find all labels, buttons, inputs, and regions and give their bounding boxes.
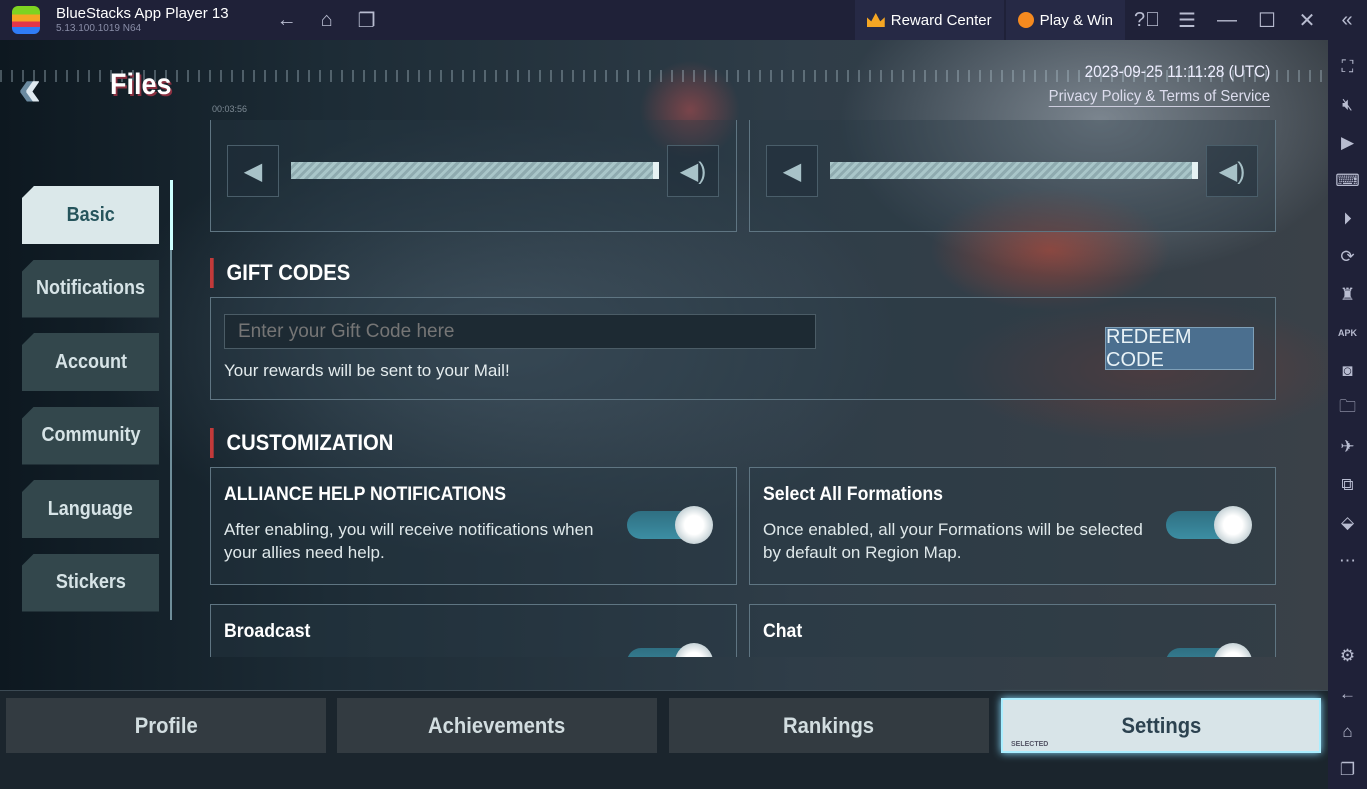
tab-label: Community (41, 424, 140, 446)
card-title: ALLIANCE HELP NOTIFICATIONS (224, 484, 507, 505)
title-bar: BlueStacks App Player 13 5.13.100.1019 N… (0, 0, 1367, 40)
tab-label: Basic (66, 203, 115, 226)
tab-stickers[interactable]: Stickers (22, 553, 159, 612)
android-home-icon[interactable]: ⌂ (1328, 713, 1367, 751)
back-button[interactable]: ‹ (24, 62, 41, 114)
tab-label: Account (54, 350, 127, 373)
tab-rankings[interactable]: Rankings (669, 698, 989, 753)
app-title: BlueStacks App Player 13 5.13.100.1019 N… (56, 6, 229, 34)
gift-codes-panel: Your rewards will be sent to your Mail! … (210, 297, 1276, 400)
settings-category-tabs: Basic Notifications Account Community La… (22, 186, 162, 627)
play-win-icon (1017, 12, 1034, 28)
music-volume-slider[interactable] (291, 162, 659, 179)
maximize-icon[interactable]: ☐ (1247, 8, 1287, 33)
macro-record-icon[interactable]: ⏵ (1328, 200, 1367, 238)
gift-codes-heading: GIFT CODES (210, 258, 350, 288)
chat-toggle[interactable] (1166, 643, 1252, 657)
android-recents-icon[interactable]: ❐ (1328, 751, 1367, 789)
datetime-label: 2023-09-25 11:11:28 (UTC) (1084, 62, 1270, 81)
tab-label: Stickers (55, 571, 126, 593)
tab-profile[interactable]: Profile (6, 698, 326, 753)
help-icon[interactable]: ?⃝ (1127, 9, 1167, 32)
tab-settings[interactable]: Settings SELECTED (1001, 698, 1321, 753)
card-title: Broadcast (224, 621, 311, 642)
tab-language[interactable]: Language (22, 480, 159, 538)
select-formations-card: Select All Formations Once enabled, all … (749, 467, 1276, 585)
folder-icon[interactable]: 🗀 (1328, 390, 1367, 428)
page-title: Files (110, 68, 172, 101)
select-formations-toggle[interactable] (1166, 506, 1252, 544)
screenshot-icon[interactable]: ◙ (1328, 352, 1367, 390)
fullscreen-icon[interactable]: ⛶ (1328, 48, 1367, 86)
volume-high-icon[interactable]: ◀) (1206, 145, 1258, 197)
game-view: ‹ Files 00:03:56 2023-09-25 11:11:28 (UT… (0, 40, 1328, 789)
card-description: Once enabled, all your Formations will b… (763, 520, 1143, 562)
alliance-help-card: ALLIANCE HELP NOTIFICATIONS After enabli… (210, 467, 737, 585)
volume-high-icon[interactable]: ◀) (667, 145, 719, 197)
chat-card: Chat (749, 604, 1276, 657)
settings-icon[interactable]: ⚙ (1328, 637, 1367, 675)
gift-code-note: Your rewards will be sent to your Mail! (224, 361, 510, 380)
crown-icon (866, 13, 885, 27)
card-title: Chat (763, 621, 803, 642)
bluestacks-logo (12, 6, 40, 34)
card-description: After enabling, you will receive notific… (224, 520, 594, 562)
collapse-sidebar-icon[interactable]: « (1327, 9, 1367, 32)
version-label: 5.13.100.1019 N64 (56, 23, 142, 34)
tab-label: Profile (134, 712, 198, 738)
play-win-button[interactable]: Play & Win (1005, 0, 1125, 40)
android-back-icon[interactable]: ← (1328, 675, 1367, 713)
card-title: Select All Formations (763, 484, 944, 505)
tab-label: Language (47, 497, 133, 520)
keyboard-icon[interactable]: ⌨ (1328, 162, 1367, 200)
back-arrow-icon[interactable]: ← (267, 9, 307, 32)
music-volume-panel: ◀ ◀) (210, 120, 737, 232)
alliance-help-toggle[interactable] (627, 506, 713, 544)
gift-code-input[interactable] (224, 314, 816, 349)
mute-icon[interactable]: 🔇︎ (1328, 86, 1367, 124)
tab-notifications[interactable]: Notifications (22, 259, 159, 318)
broadcast-toggle[interactable] (627, 643, 713, 657)
tab-label: Notifications (35, 277, 146, 299)
reward-center-label: Reward Center (890, 11, 992, 29)
volume-low-icon[interactable]: ◀ (227, 145, 279, 197)
apk-install-icon[interactable]: APK (1328, 314, 1367, 352)
tab-scrollbar[interactable] (170, 180, 173, 620)
multi-instance-icon[interactable]: ⧉ (1328, 466, 1367, 504)
tab-account[interactable]: Account (22, 333, 159, 391)
selected-badge: SELECTED (1011, 741, 1049, 748)
close-icon[interactable]: ✕ (1287, 8, 1327, 33)
volume-low-icon[interactable]: ◀ (766, 145, 818, 197)
airplane-mode-icon[interactable]: ✈ (1328, 428, 1367, 466)
clock-label: 00:03:56 (212, 104, 248, 114)
tab-basic[interactable]: Basic (22, 186, 159, 244)
rotate-icon[interactable]: ⟳ (1328, 238, 1367, 276)
tab-label: Settings (1121, 712, 1201, 738)
tab-label: Achievements (428, 712, 566, 738)
sound-volume-slider[interactable] (830, 162, 1198, 179)
bluestacks-sidebar: ⛶ 🔇︎ ▶ ⌨ ⏵ ⟳ ♜ APK ◙ 🗀 ✈ ⧉ ⬙ ⋯ ⚙ ← ⌂ ❐ (1328, 40, 1367, 789)
customization-heading: CUSTOMIZATION (210, 428, 393, 458)
recent-apps-icon[interactable]: ❐ (347, 8, 387, 33)
multi-instance-sync-icon[interactable]: ♜ (1328, 276, 1367, 314)
tab-community[interactable]: Community (22, 406, 159, 465)
play-win-label: Play & Win (1039, 11, 1113, 29)
window-title: BlueStacks App Player 13 (56, 5, 229, 22)
reward-center-button[interactable]: Reward Center (854, 0, 1004, 40)
minimize-icon[interactable]: — (1207, 9, 1247, 32)
home-icon[interactable]: ⌂ (307, 9, 347, 32)
settings-scroll-area[interactable]: ◀ ◀) ◀ ◀) GIFT CODES Your rewards will b… (200, 120, 1290, 657)
redeem-code-button[interactable]: REDEEM CODE (1105, 326, 1254, 371)
broadcast-card: Broadcast (210, 604, 737, 657)
eco-mode-icon[interactable]: ⬙ (1328, 504, 1367, 542)
menu-icon[interactable]: ☰ (1167, 8, 1207, 33)
privacy-policy-link[interactable]: Privacy Policy & Terms of Service (1048, 88, 1270, 107)
more-icon[interactable]: ⋯ (1328, 542, 1367, 580)
bottom-navigation: Profile Achievements Rankings Settings SE… (0, 690, 1328, 789)
sound-volume-panel: ◀ ◀) (749, 120, 1276, 232)
tab-label: Rankings (783, 712, 875, 738)
tab-achievements[interactable]: Achievements (337, 698, 657, 753)
media-manager-icon[interactable]: ▶ (1328, 124, 1367, 162)
